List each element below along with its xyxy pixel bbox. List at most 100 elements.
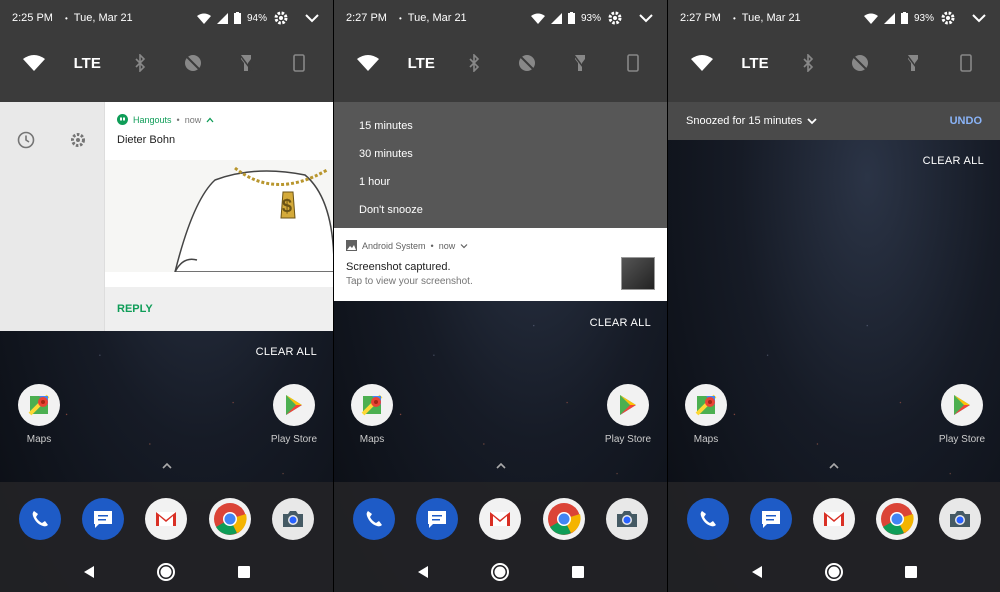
app-drawer-chevron-icon[interactable] <box>495 460 507 472</box>
app-drawer-chevron-icon[interactable] <box>161 460 173 472</box>
hangouts-notification[interactable]: Hangouts • now Dieter Bohn $ REPLY <box>104 102 333 331</box>
chrome-app-icon[interactable] <box>542 498 585 540</box>
clear-all-button[interactable]: CLEAR ALL <box>256 346 317 358</box>
qs-dnd-tile[interactable] <box>512 48 542 78</box>
qs-rotation-tile[interactable] <box>951 48 981 78</box>
gear-icon[interactable] <box>607 10 623 26</box>
chevron-down-icon[interactable] <box>970 12 988 24</box>
qs-wifi-tile[interactable] <box>687 48 717 78</box>
chevron-up-icon[interactable] <box>206 117 214 123</box>
camera-icon <box>950 511 971 527</box>
battery-percentage: 94% <box>246 12 267 24</box>
camera-app-icon[interactable] <box>606 498 649 540</box>
qs-bluetooth-tile[interactable] <box>793 48 823 78</box>
play-store-app-icon[interactable]: Play Store <box>262 384 326 445</box>
play-store-app-icon[interactable]: Play Store <box>930 384 994 445</box>
chevron-down-icon[interactable] <box>303 12 321 24</box>
home-button[interactable] <box>154 560 178 584</box>
play-store-app-icon[interactable]: Play Store <box>596 384 660 445</box>
flashlight-off-icon <box>239 54 253 72</box>
bluetooth-off-icon <box>803 54 813 72</box>
qs-lte-tile[interactable]: LTE <box>72 48 102 78</box>
phone-app-icon[interactable] <box>352 498 395 540</box>
phone-icon <box>366 511 382 527</box>
snooze-option-1-hour[interactable]: 1 hour <box>334 168 667 196</box>
chrome-app-icon[interactable] <box>876 498 919 540</box>
snooze-button[interactable] <box>16 130 36 150</box>
snooze-option-30-minutes[interactable]: 30 minutes <box>334 140 667 168</box>
chevron-down-icon[interactable] <box>637 12 655 24</box>
qs-lte-tile[interactable]: LTE <box>406 48 436 78</box>
clear-all-button[interactable]: CLEAR ALL <box>923 155 984 167</box>
qs-dnd-tile[interactable] <box>178 48 208 78</box>
qs-flashlight-tile[interactable] <box>565 48 595 78</box>
phone-app-icon[interactable] <box>686 498 729 540</box>
notification-text: Tap to view your screenshot. <box>346 276 473 287</box>
app-drawer-chevron-icon[interactable] <box>828 460 840 472</box>
qs-flashlight-tile[interactable] <box>231 48 261 78</box>
maps-icon <box>685 384 727 426</box>
messages-app-icon[interactable] <box>749 498 792 540</box>
navigation-bar <box>334 560 667 584</box>
status-date: Tue, Mar 21 <box>741 12 801 24</box>
status-bar: 2:25 PM • Tue, Mar 21 94% <box>0 0 333 36</box>
maps-app-icon[interactable]: Maps <box>7 384 71 445</box>
chevron-down-icon[interactable] <box>806 117 818 125</box>
gmail-app-icon[interactable] <box>145 498 188 540</box>
status-time: 2:27 PM <box>346 12 387 24</box>
header-separator: • <box>430 240 434 251</box>
qs-dnd-tile[interactable] <box>845 48 875 78</box>
recents-button[interactable] <box>566 560 590 584</box>
screenshot-notification[interactable]: Android System • now Screenshot captured… <box>334 228 667 301</box>
back-icon <box>751 566 762 578</box>
status-icons: 93% <box>530 10 655 26</box>
lte-label: LTE <box>73 54 101 72</box>
notification-settings-button[interactable] <box>68 130 88 150</box>
camera-app-icon[interactable] <box>272 498 315 540</box>
back-button[interactable] <box>77 560 101 584</box>
home-button[interactable] <box>488 560 512 584</box>
rotation-icon <box>959 54 972 72</box>
notification-shade-header: 2:27 PM • Tue, Mar 21 93% LTE <box>334 0 667 102</box>
snooze-option-dont-snooze[interactable]: Don't snooze <box>334 196 667 224</box>
cartoon-image: $ <box>174 166 333 272</box>
phone-screen-snoozed: 2:27 PM • Tue, Mar 21 93% LTE Snoozed fo… <box>668 0 1000 592</box>
maps-label: Maps <box>693 434 719 445</box>
qs-rotation-tile[interactable] <box>618 48 648 78</box>
gmail-app-icon[interactable] <box>812 498 855 540</box>
reply-button[interactable]: REPLY <box>117 303 153 315</box>
maps-app-icon[interactable]: Maps <box>340 384 404 445</box>
snooze-option-15-minutes[interactable]: 15 minutes <box>334 112 667 140</box>
recents-button[interactable] <box>899 560 923 584</box>
notification-header: Android System • now <box>346 240 468 251</box>
phone-app-icon[interactable] <box>18 498 61 540</box>
undo-button[interactable]: UNDO <box>950 115 982 127</box>
qs-flashlight-tile[interactable] <box>898 48 928 78</box>
snoozed-text[interactable]: Snoozed for 15 minutes <box>686 115 802 127</box>
messages-app-icon[interactable] <box>416 498 459 540</box>
recents-button[interactable] <box>232 560 256 584</box>
notification-app-name: Hangouts <box>133 114 172 125</box>
gmail-app-icon[interactable] <box>479 498 522 540</box>
messages-app-icon[interactable] <box>82 498 125 540</box>
qs-bluetooth-tile[interactable] <box>125 48 155 78</box>
maps-icon <box>18 384 60 426</box>
back-button[interactable] <box>745 560 769 584</box>
signal-icon <box>883 12 895 24</box>
qs-wifi-tile[interactable] <box>353 48 383 78</box>
qs-wifi-tile[interactable] <box>19 48 49 78</box>
camera-app-icon[interactable] <box>939 498 982 540</box>
home-button[interactable] <box>822 560 846 584</box>
gear-icon[interactable] <box>940 10 956 26</box>
chevron-down-icon[interactable] <box>460 243 468 249</box>
gear-icon[interactable] <box>273 10 289 26</box>
maps-app-icon[interactable]: Maps <box>674 384 738 445</box>
dock <box>334 482 667 592</box>
clear-all-button[interactable]: CLEAR ALL <box>590 317 651 329</box>
qs-rotation-tile[interactable] <box>284 48 314 78</box>
home-icon <box>157 563 176 581</box>
qs-bluetooth-tile[interactable] <box>459 48 489 78</box>
qs-lte-tile[interactable]: LTE <box>740 48 770 78</box>
chrome-app-icon[interactable] <box>208 498 251 540</box>
back-button[interactable] <box>411 560 435 584</box>
